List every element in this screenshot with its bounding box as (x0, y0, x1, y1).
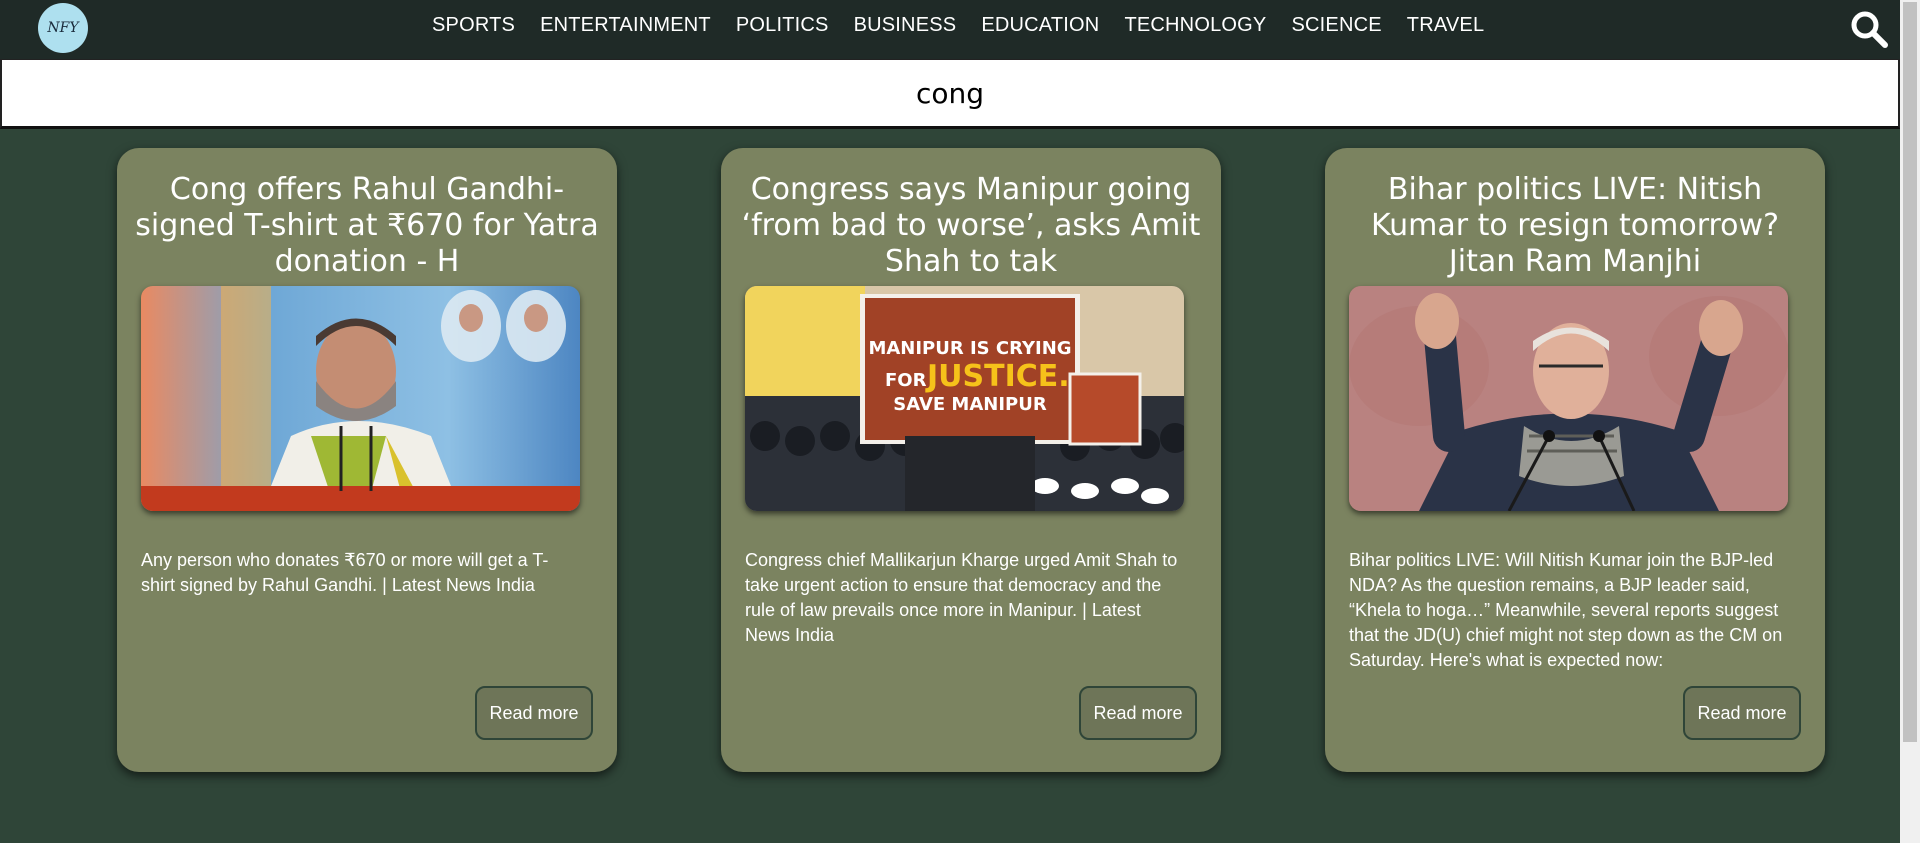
card-description: Bihar politics LIVE: Will Nitish Kumar j… (1349, 550, 1783, 670)
poster-line-1: MANIPUR IS CRYING (868, 338, 1071, 359)
read-more-button[interactable]: Read more (1079, 686, 1197, 740)
card-image[interactable] (141, 286, 580, 511)
read-more-button[interactable]: Read more (1683, 686, 1801, 740)
nav-politics[interactable]: POLITICS (736, 14, 829, 37)
card-image[interactable] (1349, 286, 1788, 511)
news-card: Bihar politics LIVE: Nitish Kumar to res… (1325, 148, 1825, 772)
search-bar (0, 59, 1900, 129)
search-input[interactable] (2, 60, 1898, 126)
nav-business[interactable]: BUSINESS (854, 14, 957, 37)
page-scrollbar[interactable] (1900, 0, 1920, 843)
nav-science[interactable]: SCIENCE (1291, 14, 1381, 37)
rahul-gandhi-photo (141, 286, 580, 511)
nav-entertainment[interactable]: ENTERTAINMENT (540, 14, 711, 37)
card-title[interactable]: Bihar politics LIVE: Nitish Kumar to res… (1335, 172, 1815, 280)
top-navbar: NFY SPORTS ENTERTAINMENT POLITICS BUSINE… (0, 0, 1900, 59)
nav-travel[interactable]: TRAVEL (1407, 14, 1485, 37)
poster-line-3: JUSTICE. (925, 359, 1070, 394)
search-icon[interactable] (1850, 10, 1888, 48)
news-card: Congress says Manipur going ‘from bad to… (721, 148, 1221, 772)
nitish-kumar-photo (1349, 286, 1788, 511)
nav-sports[interactable]: SPORTS (432, 14, 515, 37)
logo-text: NFY (47, 20, 79, 36)
card-description: Any person who donates ₹670 or more will… (141, 550, 549, 595)
card-image[interactable]: MANIPUR IS CRYING FOR JUSTICE. SAVE MANI… (745, 286, 1184, 511)
news-card: Cong offers Rahul Gandhi-signed T-shirt … (117, 148, 617, 772)
manipur-protest-photo: MANIPUR IS CRYING FOR JUSTICE. SAVE MANI… (745, 286, 1184, 511)
category-nav: SPORTS ENTERTAINMENT POLITICS BUSINESS E… (432, 0, 1509, 50)
poster-line-4: SAVE MANIPUR (893, 394, 1047, 415)
nav-technology[interactable]: TECHNOLOGY (1124, 14, 1266, 37)
poster-line-2: FOR (885, 370, 927, 391)
site-logo[interactable]: NFY (38, 3, 88, 53)
card-title[interactable]: Congress says Manipur going ‘from bad to… (731, 172, 1211, 280)
card-description: Congress chief Mallikarjun Kharge urged … (745, 550, 1178, 645)
card-title[interactable]: Cong offers Rahul Gandhi-signed T-shirt … (127, 172, 607, 280)
scrollbar-thumb[interactable] (1903, 2, 1917, 742)
read-more-button[interactable]: Read more (475, 686, 593, 740)
nav-education[interactable]: EDUCATION (981, 14, 1099, 37)
